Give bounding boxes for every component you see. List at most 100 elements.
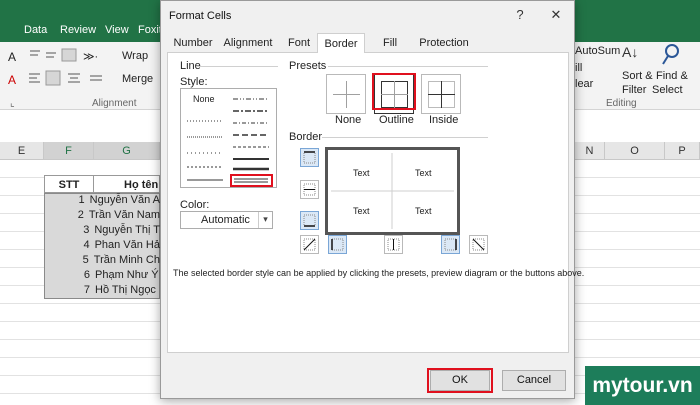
column-header-p[interactable]: P (665, 142, 700, 160)
tab-font[interactable]: Font (279, 33, 319, 53)
find-icon[interactable] (660, 42, 682, 69)
row-number: 2 (77, 209, 84, 221)
column-header-f[interactable]: F (44, 142, 94, 160)
border-top-button[interactable] (300, 148, 319, 167)
table-header-name[interactable]: Họ tên (94, 175, 160, 193)
preset-none-icon (333, 81, 360, 108)
row-name: Trần Văn Nam (88, 209, 160, 221)
ribbon-tab-view[interactable]: View (105, 24, 129, 36)
border-diagonal-up-button[interactable] (300, 235, 319, 254)
border-bottom-button[interactable] (300, 211, 319, 230)
border-bottom-icon (303, 214, 316, 227)
table-row[interactable]: 6 Phạm Như Ý (44, 268, 160, 283)
border-right-icon (444, 238, 457, 251)
line-group-divider (196, 66, 278, 67)
row-number: 5 (82, 254, 89, 266)
ok-button-highlight (427, 368, 493, 393)
row-number: 1 (78, 194, 85, 206)
line-style-samples[interactable] (181, 89, 276, 187)
diagonal-down-icon (472, 238, 485, 251)
merge-center-button[interactable]: Merge (122, 73, 153, 85)
border-left-icon (331, 238, 344, 251)
style-label: Style: (180, 76, 208, 88)
selected-double-line-highlight (230, 174, 273, 187)
diagonal-up-icon (303, 238, 316, 251)
tab-alignment[interactable]: Alignment (219, 33, 277, 53)
border-hint-text: The selected border style can be applied… (173, 268, 585, 278)
row-name: Trần Minh Ch (93, 254, 160, 266)
table-row[interactable]: 7 Hồ Thị Ngọc (44, 283, 160, 298)
font-color-icon[interactable]: A (8, 73, 16, 87)
preview-guides (331, 153, 454, 229)
clear-button[interactable]: lear (575, 78, 593, 90)
table-row[interactable]: 2 Trần Văn Nam (44, 208, 160, 223)
tab-fill[interactable]: Fill (371, 33, 409, 53)
table-header-stt[interactable]: STT (44, 175, 94, 193)
align-top-icons[interactable] (28, 48, 78, 62)
align-left-center-right-icons[interactable] (26, 70, 116, 86)
outline-preset-highlight (372, 73, 416, 110)
fill-button[interactable]: ill (575, 62, 582, 74)
border-inside-vertical-icon (387, 238, 400, 251)
tab-number[interactable]: Number (169, 33, 217, 53)
orientation-icon[interactable]: ≫· (83, 50, 98, 63)
row-name: Nguyễn Thị T (94, 224, 160, 236)
row-number: 6 (83, 269, 90, 281)
find-select-button-line2[interactable]: Select (652, 84, 683, 96)
preset-inside-button[interactable] (421, 74, 461, 114)
table-row[interactable]: 5 Trần Minh Ch (44, 253, 160, 268)
table-row[interactable]: 1 Nguyễn Văn A (44, 193, 160, 208)
preset-none-label: None (335, 114, 362, 126)
table-body: 1 Nguyễn Văn A 2 Trần Văn Nam 3 Nguyễn Thị … (44, 193, 160, 298)
border-preview-diagram[interactable]: Text Text Text Text (325, 147, 460, 235)
close-icon[interactable]: ✕ (547, 6, 565, 24)
presets-divider (328, 66, 488, 67)
dialog-tab-bar: Number Alignment Font Border Fill Protec… (167, 33, 569, 54)
table-row[interactable]: 4 Phan Văn Hả (44, 238, 160, 253)
find-select-button[interactable]: Find & (656, 70, 688, 82)
tab-protection[interactable]: Protection (413, 33, 475, 53)
border-group-divider (322, 137, 488, 138)
dialog-launcher-icon[interactable]: ⌞ (10, 98, 15, 109)
border-inside-horizontal-icon (303, 183, 316, 196)
sort-filter-button-line2[interactable]: Filter (622, 84, 646, 96)
ribbon-tab-foxit[interactable]: Foxit (138, 24, 162, 36)
row-number: 3 (83, 224, 90, 236)
preview-text: Text (415, 206, 432, 216)
ribbon-tab-review[interactable]: Review (60, 24, 96, 36)
border-right-button[interactable] (441, 235, 460, 254)
row-name: Nguyễn Văn A (89, 194, 160, 206)
sort-icon[interactable]: A↓ (622, 44, 638, 60)
ribbon-tab-data[interactable]: Data (24, 24, 47, 36)
table-row[interactable]: 3 Nguyễn Thị T (44, 223, 160, 238)
column-header-e[interactable]: E (0, 142, 44, 160)
column-header-n[interactable]: N (575, 142, 605, 160)
border-diagonal-down-button[interactable] (469, 235, 488, 254)
color-label: Color: (180, 199, 210, 211)
cancel-button[interactable]: Cancel (502, 370, 566, 391)
row-name: Phạm Như Ý (95, 269, 159, 281)
presets-label: Presets (289, 60, 327, 72)
chevron-down-icon[interactable]: ▾ (258, 212, 272, 228)
border-left-button[interactable] (328, 235, 347, 254)
border-middle-vertical-button[interactable] (384, 235, 403, 254)
preview-text: Text (353, 206, 370, 216)
column-header-o[interactable]: O (605, 142, 665, 160)
help-icon[interactable]: ? (511, 6, 529, 24)
sort-filter-button[interactable]: Sort & (622, 70, 653, 82)
column-header-g[interactable]: G (94, 142, 160, 160)
wrap-text-button[interactable]: Wrap (122, 50, 148, 62)
mytour-watermark: mytour.vn (585, 366, 700, 405)
font-size-icon[interactable]: A (8, 50, 16, 64)
preset-outline-label: Outline (379, 114, 414, 126)
preset-inside-icon (428, 81, 455, 108)
border-middle-horizontal-button[interactable] (300, 180, 319, 199)
row-number: 7 (83, 284, 90, 296)
row-name: Phan Văn Hả (94, 239, 160, 251)
autosum-button[interactable]: AutoSum (575, 45, 620, 57)
line-style-list[interactable]: None (180, 88, 277, 188)
preset-none-button[interactable] (326, 74, 366, 114)
alignment-group-label: Alignment (92, 98, 137, 109)
preset-inside-label: Inside (429, 114, 459, 126)
tab-border[interactable]: Border (317, 33, 365, 54)
